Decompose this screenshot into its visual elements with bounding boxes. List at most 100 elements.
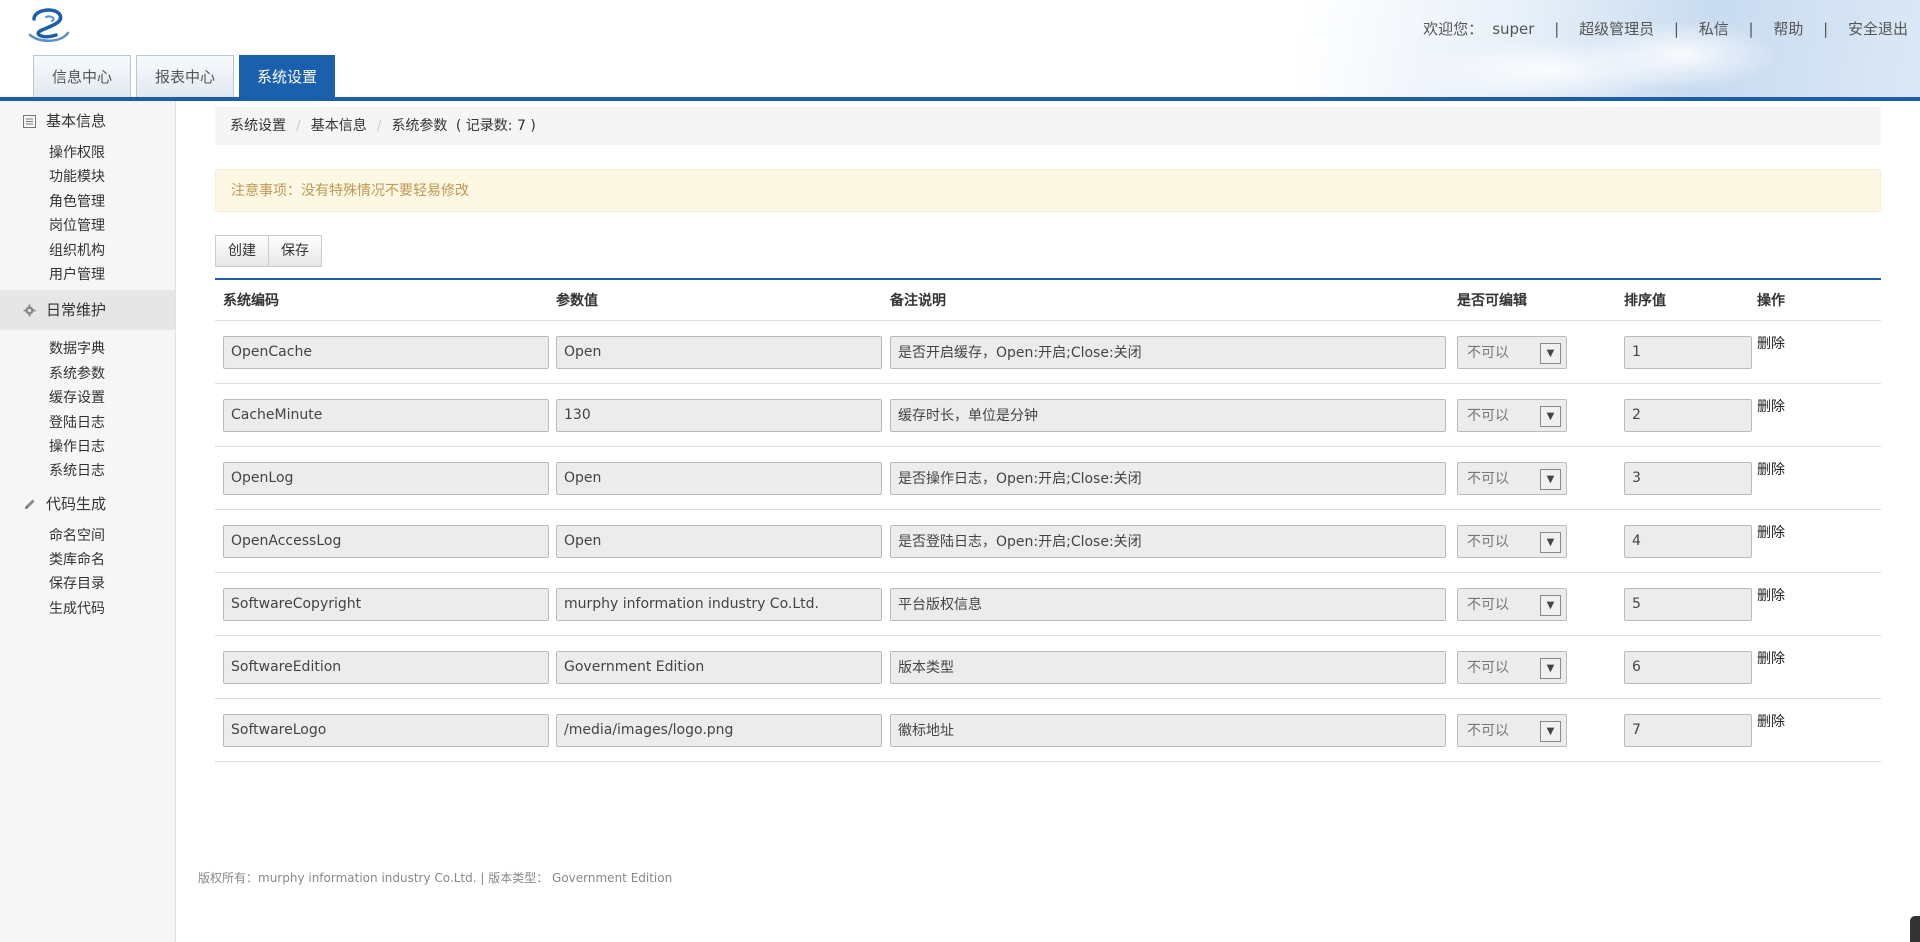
chevron-down-icon: ▼ — [1540, 468, 1561, 490]
sort-input[interactable]: 1 — [1624, 335, 1752, 369]
editable-select-value: 不可以 — [1467, 471, 1509, 487]
delete-link[interactable]: 删除 — [1757, 585, 1785, 605]
code-input[interactable]: SoftwareEdition — [223, 650, 549, 684]
sidebar-item-system-log[interactable]: 系统日志 — [0, 459, 175, 483]
delete-link[interactable]: 删除 — [1757, 522, 1785, 542]
col-header-remark: 备注说明 — [890, 293, 946, 309]
value-input[interactable]: Open — [556, 335, 882, 369]
sort-input[interactable]: 6 — [1624, 650, 1752, 684]
breadcrumb-current: 系统参数 — [391, 118, 448, 134]
editable-select[interactable]: 不可以 ▼ — [1457, 713, 1567, 747]
sidebar-item-modules[interactable]: 功能模块 — [0, 165, 175, 189]
nav-separator: | — [1823, 20, 1829, 38]
remark-input[interactable]: 缓存时长，单位是分钟 — [890, 398, 1446, 432]
sidebar-group-basic-info[interactable]: 基本信息 — [0, 101, 175, 141]
remark-input[interactable]: 是否操作日志，Open:开启;Close:关闭 — [890, 461, 1446, 495]
messages-link[interactable]: 私信 — [1699, 20, 1729, 38]
value-input[interactable]: Government Edition — [556, 650, 882, 684]
main-tabs: 信息中心 报表中心 系统设置 — [33, 55, 340, 97]
sort-input[interactable]: 7 — [1624, 713, 1752, 747]
sidebar-item-save-dir[interactable]: 保存目录 — [0, 572, 175, 596]
remark-input[interactable]: 平台版权信息 — [890, 587, 1446, 621]
value-input[interactable]: murphy information industry Co.Ltd. — [556, 587, 882, 621]
value-input[interactable]: /media/images/logo.png — [556, 713, 882, 747]
code-input[interactable]: OpenCache — [223, 335, 549, 369]
create-button[interactable]: 创建 — [215, 235, 269, 267]
sidebar: 基本信息 操作权限 功能模块 角色管理 岗位管理 组织机构 用户管理 日常维护 … — [0, 101, 176, 942]
remark-input[interactable]: 是否开启缓存，Open:开启;Close:关闭 — [890, 335, 1446, 369]
editable-select[interactable]: 不可以 ▼ — [1457, 398, 1567, 432]
sidebar-item-namespace[interactable]: 命名空间 — [0, 524, 175, 548]
sidebar-item-roles[interactable]: 角色管理 — [0, 190, 175, 214]
code-input[interactable]: OpenLog — [223, 461, 549, 495]
scrollbar-handle[interactable] — [1910, 916, 1920, 942]
remark-input[interactable]: 是否登陆日志，Open:开启;Close:关闭 — [890, 524, 1446, 558]
sidebar-item-system-params[interactable]: 系统参数 — [0, 362, 175, 386]
delete-link[interactable]: 删除 — [1757, 459, 1785, 479]
value-input[interactable]: 130 — [556, 398, 882, 432]
tab-system-settings[interactable]: 系统设置 — [239, 55, 335, 97]
sidebar-group-code-generation[interactable]: 代码生成 — [0, 484, 175, 524]
nav-separator: | — [1673, 20, 1679, 38]
editable-select[interactable]: 不可以 ▼ — [1457, 587, 1567, 621]
header-cloud-decoration — [1300, 0, 1920, 100]
sidebar-item-users[interactable]: 用户管理 — [0, 263, 175, 287]
table-row: OpenCache Open 是否开启缓存，Open:开启;Close:关闭 不… — [215, 321, 1881, 384]
footer-copyright: 版权所有：murphy information industry Co.Ltd.… — [198, 871, 673, 885]
table-row: SoftwareCopyright murphy information ind… — [215, 573, 1881, 636]
table-row: CacheMinute 130 缓存时长，单位是分钟 不可以 ▼ 2 删除 — [215, 384, 1881, 447]
sort-input[interactable]: 3 — [1624, 461, 1752, 495]
editable-select[interactable]: 不可以 ▼ — [1457, 335, 1567, 369]
logout-link[interactable]: 安全退出 — [1848, 20, 1908, 38]
save-button[interactable]: 保存 — [269, 235, 322, 267]
breadcrumb-item[interactable]: 系统设置 — [230, 118, 286, 134]
value-input[interactable]: Open — [556, 524, 882, 558]
sidebar-group-daily-maintenance[interactable]: 日常维护 — [0, 290, 175, 331]
code-input[interactable]: SoftwareLogo — [223, 713, 549, 747]
params-table: 系统编码 参数值 备注说明 是否可编辑 排序值 操作 OpenCache Ope… — [215, 278, 1881, 762]
sort-input[interactable]: 4 — [1624, 524, 1752, 558]
table-header: 系统编码 参数值 备注说明 是否可编辑 排序值 操作 — [215, 280, 1881, 321]
sidebar-item-operation-log[interactable]: 操作日志 — [0, 435, 175, 459]
breadcrumb-separator: / — [376, 118, 382, 134]
sidebar-item-generate-code[interactable]: 生成代码 — [0, 597, 175, 621]
remark-input[interactable]: 版本类型 — [890, 650, 1446, 684]
code-input[interactable]: CacheMinute — [223, 398, 549, 432]
sidebar-item-permissions[interactable]: 操作权限 — [0, 141, 175, 165]
role-link[interactable]: 超级管理员 — [1579, 20, 1654, 38]
sidebar-item-organization[interactable]: 组织机构 — [0, 239, 175, 263]
value-input[interactable]: Open — [556, 461, 882, 495]
sort-input[interactable]: 2 — [1624, 398, 1752, 432]
logo-icon[interactable] — [26, 5, 72, 45]
sort-input[interactable]: 5 — [1624, 587, 1752, 621]
tab-info-center[interactable]: 信息中心 — [33, 55, 131, 97]
code-input[interactable]: OpenAccessLog — [223, 524, 549, 558]
sidebar-item-login-log[interactable]: 登陆日志 — [0, 411, 175, 435]
tab-report-center[interactable]: 报表中心 — [136, 55, 234, 97]
table-row: SoftwareEdition Government Edition 版本类型 … — [215, 636, 1881, 699]
editable-select-value: 不可以 — [1467, 597, 1509, 613]
editable-select-value: 不可以 — [1467, 723, 1509, 739]
breadcrumb-item[interactable]: 基本信息 — [311, 118, 367, 134]
sidebar-item-dictionary[interactable]: 数据字典 — [0, 337, 175, 361]
list-icon — [23, 115, 36, 128]
help-link[interactable]: 帮助 — [1773, 20, 1803, 38]
editable-select[interactable]: 不可以 ▼ — [1457, 461, 1567, 495]
chevron-down-icon: ▼ — [1540, 531, 1561, 553]
pencil-icon — [25, 499, 35, 509]
sidebar-item-positions[interactable]: 岗位管理 — [0, 214, 175, 238]
delete-link[interactable]: 删除 — [1757, 396, 1785, 416]
delete-link[interactable]: 删除 — [1757, 333, 1785, 353]
chevron-down-icon: ▼ — [1540, 657, 1561, 679]
delete-link[interactable]: 删除 — [1757, 711, 1785, 731]
sidebar-item-library-name[interactable]: 类库命名 — [0, 548, 175, 572]
delete-link[interactable]: 删除 — [1757, 648, 1785, 668]
chevron-down-icon: ▼ — [1540, 594, 1561, 616]
col-header-action: 操作 — [1757, 293, 1785, 309]
code-input[interactable]: SoftwareCopyright — [223, 587, 549, 621]
editable-select[interactable]: 不可以 ▼ — [1457, 524, 1567, 558]
remark-input[interactable]: 徽标地址 — [890, 713, 1446, 747]
editable-select[interactable]: 不可以 ▼ — [1457, 650, 1567, 684]
username-link[interactable]: super — [1492, 20, 1534, 38]
sidebar-item-cache-settings[interactable]: 缓存设置 — [0, 386, 175, 410]
